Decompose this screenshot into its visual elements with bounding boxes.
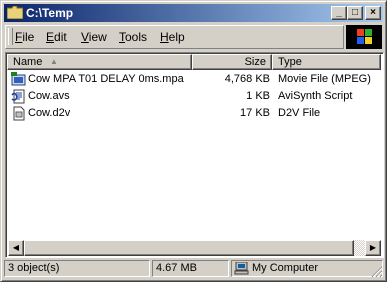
title-bar[interactable]: C:\Temp _ □ ×: [4, 4, 383, 22]
toolbar-grip[interactable]: [8, 28, 13, 45]
file-row[interactable]: Cow MPA T01 DELAY 0ms.mpa 4,768 KB Movie…: [8, 71, 381, 88]
horizontal-scrollbar[interactable]: ◀ ▶: [8, 240, 381, 256]
file-row[interactable]: Cow.avs 1 KB AviSynth Script: [8, 88, 381, 105]
menu-edit[interactable]: Edit: [46, 30, 67, 44]
file-type: D2V File: [278, 107, 321, 119]
sort-ascending-icon: ▲: [50, 57, 58, 66]
generic-file-icon: [13, 106, 25, 121]
windows-logo-icon: [346, 25, 382, 49]
window-title: C:\Temp: [26, 6, 74, 20]
file-row[interactable]: Cow.d2v 17 KB D2V File: [8, 105, 381, 122]
file-name: Cow.avs: [28, 90, 70, 102]
menu-tools[interactable]: Tools: [119, 30, 147, 44]
status-location: My Computer: [231, 260, 383, 277]
file-size: 4,768 KB: [224, 73, 270, 85]
file-list[interactable]: Name ▲ Size Type Cow MPA T01 DELAY 0ms.m…: [5, 52, 384, 258]
maximize-button[interactable]: □: [347, 6, 363, 20]
menu-file[interactable]: File: [15, 30, 34, 44]
menu-help[interactable]: Help: [160, 30, 185, 44]
folder-icon: [7, 6, 23, 19]
menu-bar: File Edit View Tools Help: [5, 25, 344, 49]
scroll-left-icon[interactable]: ◀: [8, 240, 24, 256]
status-size: 4.67 MB: [152, 260, 229, 277]
minimize-button[interactable]: _: [331, 6, 347, 20]
status-object-count: 3 object(s): [4, 260, 150, 277]
scrollbar-thumb[interactable]: [24, 240, 354, 256]
file-size: 17 KB: [240, 107, 270, 119]
my-computer-icon: [234, 262, 249, 275]
resize-grip-icon[interactable]: [371, 266, 383, 278]
file-name: Cow.d2v: [28, 107, 71, 119]
menu-view[interactable]: View: [81, 30, 107, 44]
explorer-window: C:\Temp _ □ × File Edit View Tools Help …: [0, 0, 387, 282]
column-header-size[interactable]: Size: [192, 54, 272, 70]
file-type: Movie File (MPEG): [278, 73, 371, 85]
close-button[interactable]: ×: [365, 6, 381, 20]
movie-file-icon: [11, 72, 26, 86]
scroll-right-icon[interactable]: ▶: [365, 240, 381, 256]
column-header-name[interactable]: Name ▲: [7, 54, 192, 70]
column-header-type[interactable]: Type: [272, 54, 381, 70]
file-type: AviSynth Script: [278, 90, 353, 102]
script-file-icon: [11, 89, 25, 104]
file-size: 1 KB: [246, 90, 270, 102]
file-name: Cow MPA T01 DELAY 0ms.mpa: [28, 73, 184, 85]
